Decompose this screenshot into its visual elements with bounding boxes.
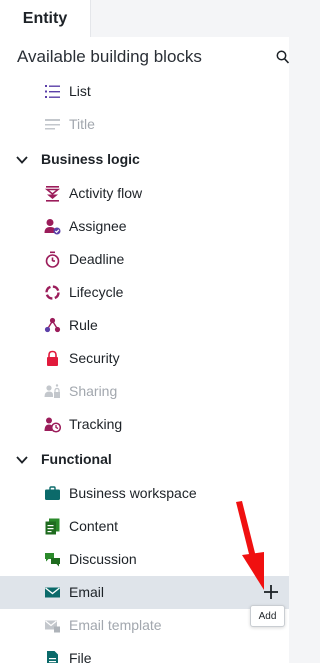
- block-item-label: Title: [69, 116, 95, 132]
- block-item-label: Content: [69, 518, 119, 534]
- section-title: Available building blocks: [17, 47, 202, 66]
- block-item-title: Title: [0, 108, 289, 141]
- tracking-icon: [44, 417, 61, 433]
- content-icon: [45, 518, 60, 535]
- group-functional[interactable]: Functional: [0, 444, 289, 477]
- block-item-label: Deadline: [69, 251, 125, 267]
- block-item-label: Assignee: [69, 218, 127, 234]
- lock-icon: [47, 350, 58, 366]
- list-icon: [45, 85, 60, 98]
- file-icon: [47, 651, 58, 663]
- block-item-activity-flow[interactable]: Activity flow: [0, 177, 289, 210]
- tab-bar: Entity: [0, 0, 289, 37]
- rule-icon: [44, 317, 61, 333]
- block-item-security[interactable]: Security: [0, 342, 289, 375]
- title-icon: [45, 119, 60, 130]
- deadline-icon: [45, 251, 60, 268]
- search-icon[interactable]: [276, 50, 289, 64]
- chevron-down-icon: [16, 156, 28, 164]
- block-item-label: Lifecycle: [69, 284, 124, 300]
- block-item-assignee[interactable]: Assignee: [0, 210, 289, 243]
- block-item-label: Email: [69, 584, 105, 600]
- group-label: Functional: [41, 451, 112, 467]
- email-template-icon: [45, 620, 60, 633]
- sharing-icon: [44, 384, 60, 398]
- block-item-label: Discussion: [69, 551, 137, 567]
- block-item-list[interactable]: List: [0, 75, 289, 108]
- block-item-lifecycle[interactable]: Lifecycle: [0, 276, 289, 309]
- block-item-label: Activity flow: [69, 185, 143, 201]
- block-item-deadline[interactable]: Deadline: [0, 243, 289, 276]
- email-icon: [45, 587, 60, 598]
- block-item-rule[interactable]: Rule: [0, 309, 289, 342]
- tab-entity[interactable]: Entity: [0, 0, 91, 37]
- chevron-down-icon: [16, 456, 28, 464]
- activity-flow-icon: [44, 186, 61, 202]
- block-item-sharing: Sharing: [0, 375, 289, 408]
- add-tooltip: Add: [250, 605, 285, 627]
- group-label: Business logic: [41, 151, 140, 167]
- briefcase-icon: [45, 486, 60, 500]
- block-item-label: Rule: [69, 317, 98, 333]
- block-item-label: Tracking: [69, 416, 123, 432]
- block-item-label: File: [69, 650, 92, 663]
- block-item-label: Sharing: [69, 383, 118, 399]
- annotation-arrow-icon: [236, 501, 264, 590]
- block-item-file[interactable]: File: [0, 642, 289, 663]
- block-item-email-template: Email template: [0, 609, 289, 642]
- block-item-label: Security: [69, 350, 120, 366]
- block-item-label: Business workspace: [69, 485, 197, 501]
- block-item-label: List: [69, 83, 91, 99]
- block-item-tracking[interactable]: Tracking: [0, 408, 289, 441]
- assignee-icon: [44, 219, 61, 235]
- lifecycle-icon: [45, 285, 60, 300]
- discussion-icon: [45, 553, 60, 567]
- group-business-logic[interactable]: Business logic: [0, 144, 289, 177]
- block-item-label: Email template: [69, 617, 162, 633]
